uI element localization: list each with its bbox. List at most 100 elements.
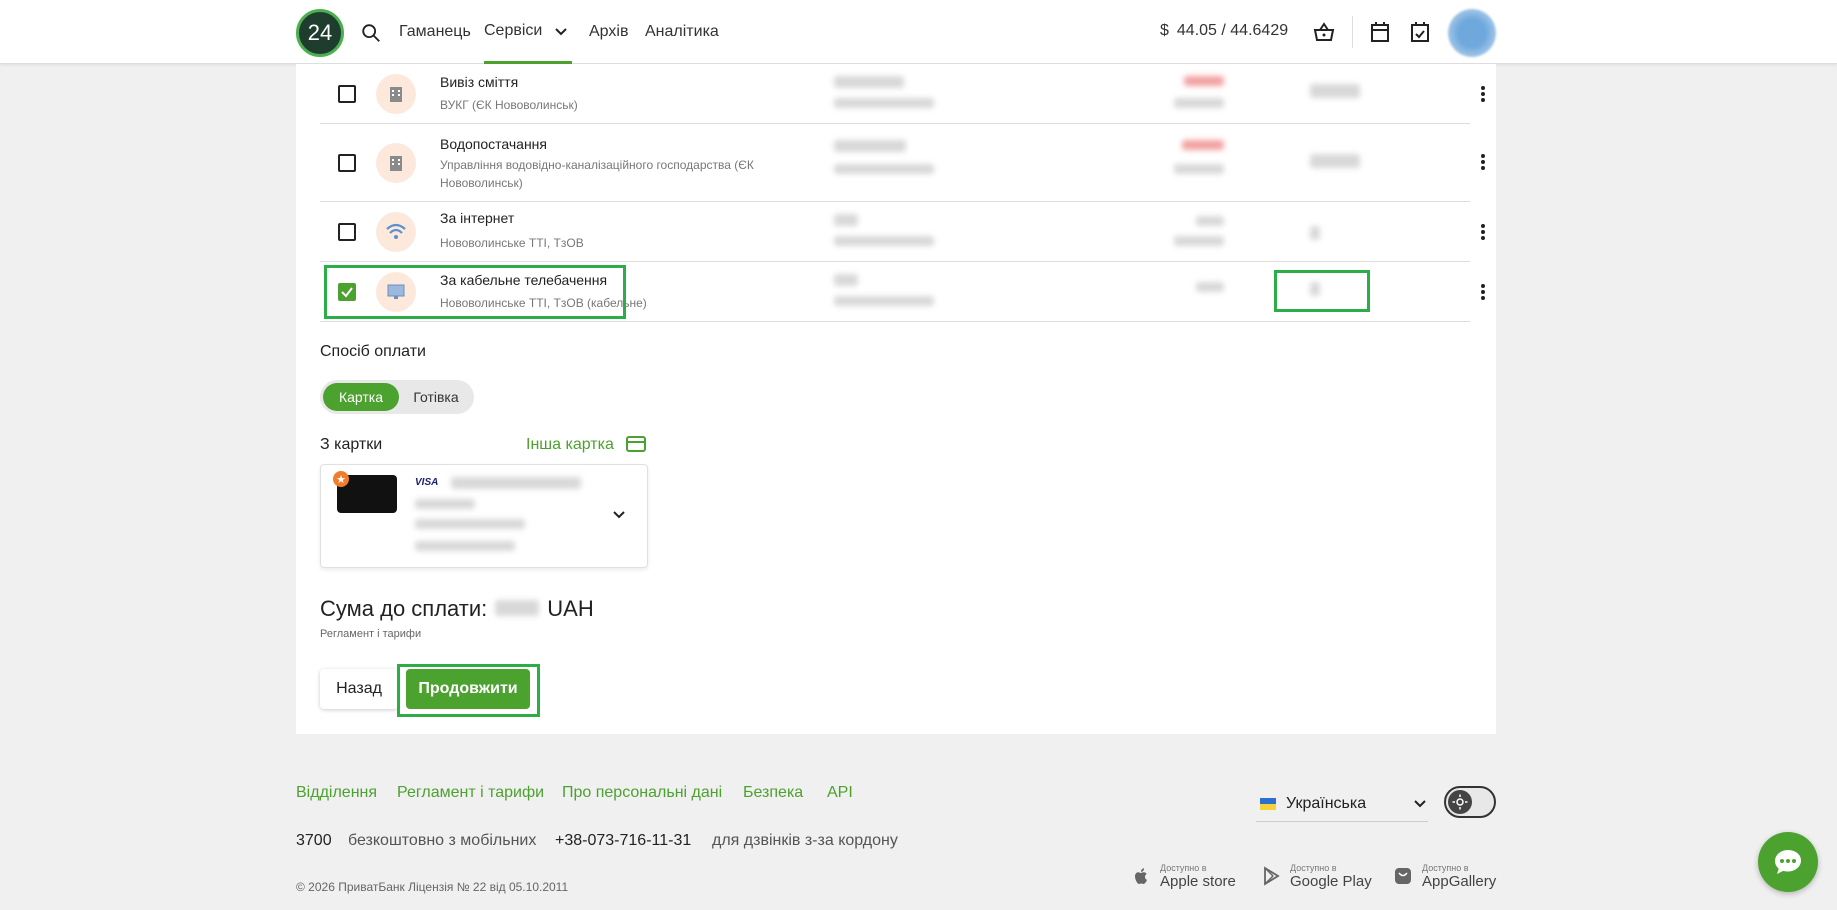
blurred-card-name (451, 477, 581, 489)
building-icon (376, 74, 416, 114)
bill-checkbox[interactable] (338, 154, 356, 172)
back-button[interactable]: Назад (320, 669, 398, 709)
phone-intl[interactable]: +38-073-716-11-31 (555, 832, 691, 850)
theme-toggle[interactable] (1444, 786, 1496, 818)
amount-input[interactable] (1310, 226, 1320, 240)
footer-link-security[interactable]: Безпека (743, 784, 803, 802)
more-vert-icon[interactable] (1473, 222, 1493, 242)
sun-icon (1448, 790, 1472, 814)
footer-link-branches[interactable]: Відділення (296, 784, 377, 802)
bill-row[interactable]: Вивіз сміття ВУКГ (ЄК Нововолинськ) (320, 64, 1485, 124)
bill-subtitle: ВУКГ (ЄК Нововолинськ) (440, 98, 578, 112)
nav-archive[interactable]: Архів (589, 0, 628, 64)
blurred-account (834, 76, 904, 88)
blurred-card-extra (415, 541, 515, 551)
blurred-debt-note (1174, 164, 1224, 174)
footer-link-api[interactable]: API (827, 784, 853, 802)
footer-link-tariffs[interactable]: Регламент і тарифи (397, 784, 544, 802)
blurred-account (834, 140, 906, 152)
dollar-icon: $ (1160, 22, 1169, 39)
bill-row[interactable]: Водопостачання Управління водовідно-кана… (320, 124, 1485, 202)
store-huawei[interactable]: Доступно в AppGallery (1392, 856, 1496, 896)
phone-short[interactable]: 3700 (296, 832, 332, 850)
store-small-label: Доступно в (1422, 862, 1469, 873)
bill-checkbox[interactable] (338, 85, 356, 103)
calendar-icon[interactable] (1368, 20, 1392, 44)
language-select[interactable]: Українська (1256, 786, 1428, 822)
bill-title: Водопостачання (440, 136, 547, 152)
chevron-down-icon[interactable] (553, 24, 569, 40)
chat-button[interactable] (1758, 832, 1818, 892)
highlight-amount-input (1274, 270, 1370, 312)
bill-title: Вивіз сміття (440, 74, 519, 90)
credit-card-icon[interactable] (626, 436, 646, 452)
nav-wallet[interactable]: Гаманець (399, 0, 471, 64)
blurred-card-number (415, 499, 475, 509)
store-name: Apple store (1160, 872, 1236, 890)
blurred-period (834, 98, 934, 108)
phone-intl-note: для дзвінків з-за кордону (712, 832, 898, 849)
blurred-account (834, 274, 858, 286)
blurred-period (834, 164, 934, 174)
bill-row[interactable]: За інтернет Нововолинське ТТІ, ТзОВ (320, 202, 1485, 262)
chat-bubble-icon (1775, 850, 1801, 874)
more-vert-icon[interactable] (1473, 84, 1493, 104)
blurred-total (495, 600, 540, 616)
payment-method-toggle[interactable]: Картка Готівка (320, 380, 474, 414)
other-card-link[interactable]: Інша картка (526, 436, 614, 454)
star-icon: ★ (333, 471, 349, 487)
amount-input[interactable] (1310, 154, 1360, 168)
ukraine-flag-icon (1260, 797, 1276, 810)
blurred-debt (1196, 216, 1224, 226)
continue-button[interactable]: Продовжити (406, 669, 530, 709)
footer-link-personal-data[interactable]: Про персональні дані (562, 784, 722, 802)
store-small-label: Доступно в (1160, 862, 1207, 873)
header-divider (1352, 16, 1353, 48)
highlight-selected-bill (324, 265, 626, 319)
search-icon[interactable] (360, 22, 382, 44)
payment-card: Вивіз сміття ВУКГ (ЄК Нововолинськ) Водо… (296, 64, 1496, 734)
more-vert-icon[interactable] (1473, 282, 1493, 302)
avatar[interactable] (1448, 9, 1496, 57)
amount-input[interactable] (1310, 84, 1360, 98)
exchange-rate[interactable]: $ 44.05 / 44.6429 (1160, 22, 1288, 40)
chevron-down-icon[interactable] (611, 507, 627, 523)
bill-title: За інтернет (440, 210, 515, 226)
rate-value: 44.05 / 44.6429 (1176, 22, 1289, 39)
calendar-check-icon[interactable] (1408, 20, 1432, 44)
privat24-logo[interactable]: 24 (296, 9, 344, 57)
nav-analytics[interactable]: Аналітика (645, 0, 719, 64)
from-card-label: З картки (320, 436, 383, 453)
apple-icon (1135, 868, 1147, 884)
nav-services-label: Сервіси (484, 21, 543, 39)
bill-subtitle: Управління водовідно-каналізаційного гос… (440, 158, 754, 190)
total-currency: UAH (547, 596, 594, 621)
blurred-period (834, 296, 934, 306)
store-small-label: Доступно в (1290, 862, 1337, 873)
basket-icon[interactable] (1312, 20, 1336, 44)
chevron-down-icon (1414, 799, 1426, 807)
blurred-debt (1184, 76, 1224, 86)
blurred-debt-note (1174, 98, 1224, 108)
blurred-debt (1196, 282, 1224, 292)
blurred-account (834, 214, 858, 226)
option-cash[interactable]: Готівка (402, 383, 470, 411)
copyright: © 2026 ПриватБанк Ліцензія № 22 від 05.1… (296, 880, 569, 894)
bill-subtitle: Нововолинське ТТІ, ТзОВ (440, 236, 584, 250)
wifi-icon (376, 212, 416, 252)
top-header: 24 Гаманець Сервіси Архів Аналітика $ 44… (0, 0, 1837, 64)
option-card[interactable]: Картка (323, 383, 399, 411)
store-google[interactable]: Доступно в Google Play (1260, 856, 1372, 896)
more-vert-icon[interactable] (1473, 152, 1493, 172)
phone-short-note: безкоштовно з мобільних (348, 832, 537, 849)
card-brand: VISA (415, 477, 439, 488)
card-selector[interactable]: ★ VISA (320, 464, 648, 568)
blurred-debt-note (1174, 236, 1224, 246)
store-name: AppGallery (1422, 872, 1497, 890)
total-amount: Сума до сплати: UAH (320, 596, 594, 622)
appgallery-icon (1395, 868, 1411, 884)
store-apple[interactable]: Доступно в Apple store (1130, 856, 1236, 896)
language-label: Українська (1286, 794, 1367, 812)
tariffs-link[interactable]: Регламент і тарифи (320, 628, 421, 640)
bill-checkbox[interactable] (338, 223, 356, 241)
